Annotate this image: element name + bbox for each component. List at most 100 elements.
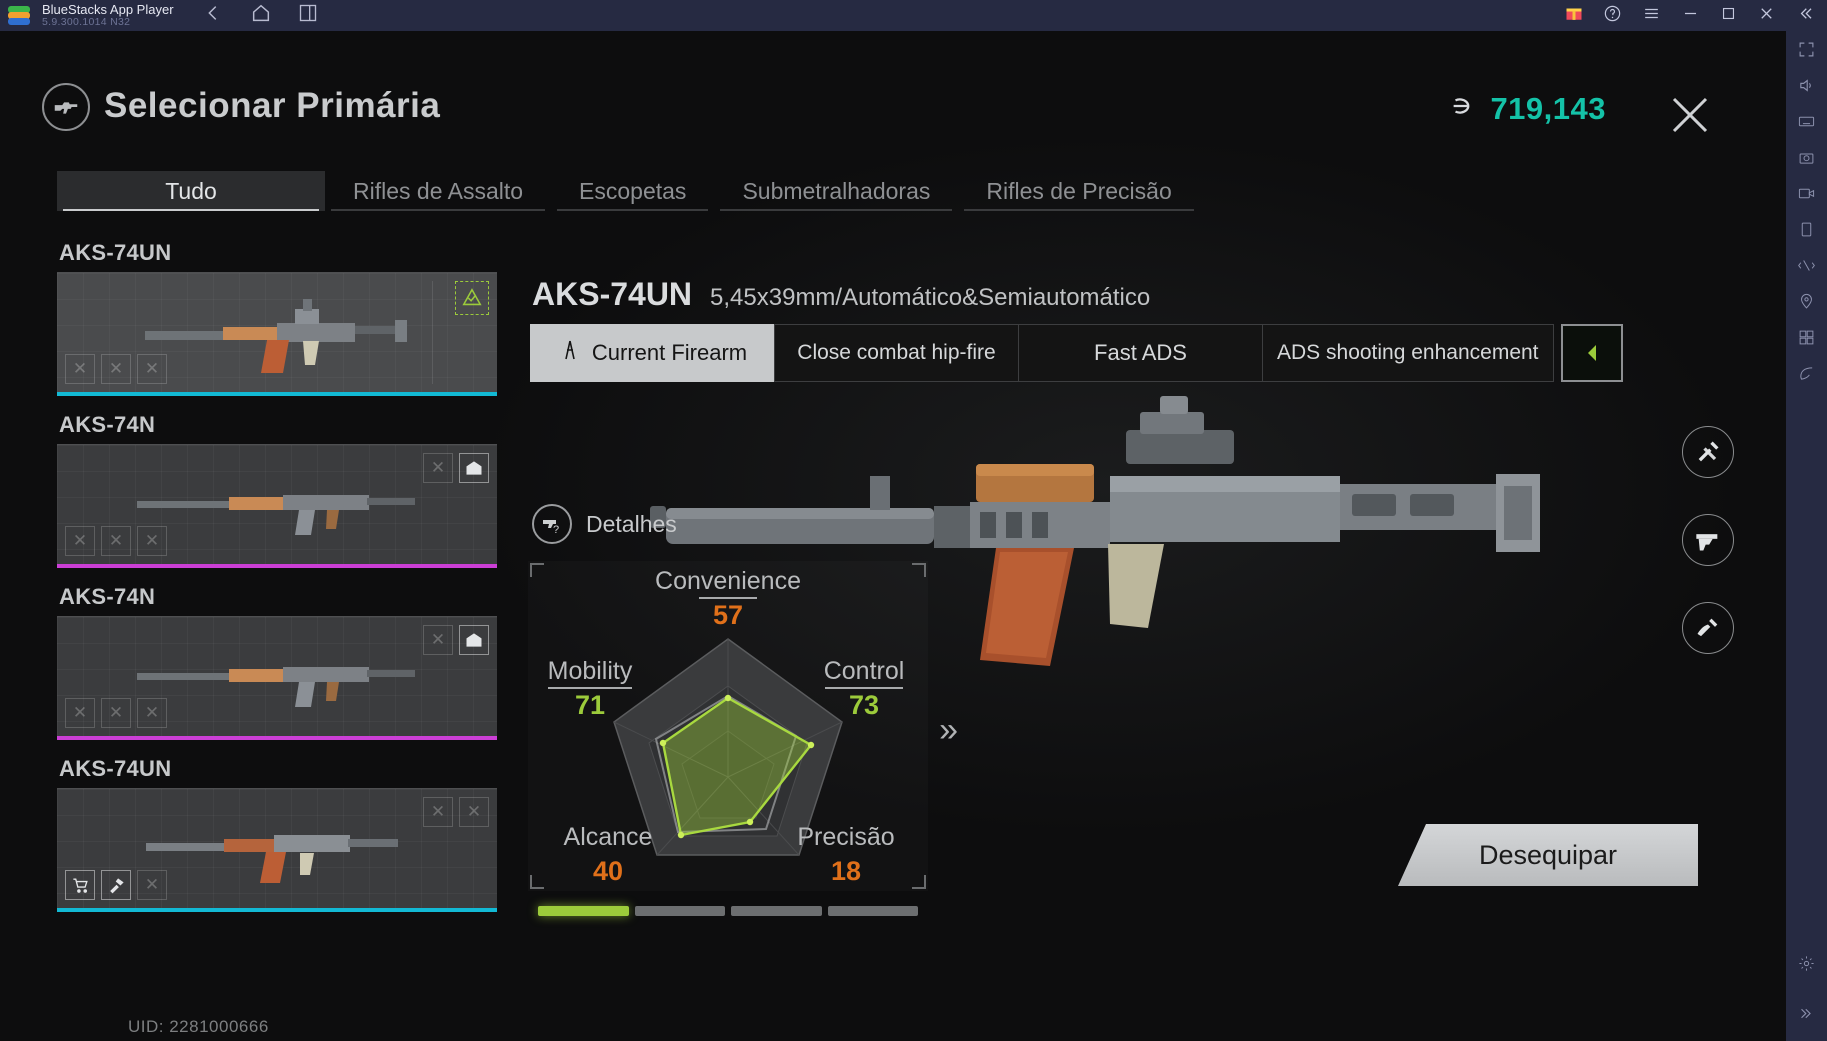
weapon-card[interactable]: ✕ ✕ ✕ [57, 788, 497, 908]
preset-ads-shooting-enhancement[interactable]: ADS shooting enhancement [1262, 324, 1554, 382]
chevron-right-double-icon[interactable]: » [939, 711, 958, 750]
attachment-slots[interactable]: ✕ ✕ ✕ [65, 354, 167, 384]
preset-label: Fast ADS [1094, 339, 1187, 365]
eco-mode-icon[interactable] [1798, 365, 1815, 387]
attachment-slot[interactable]: ✕ [101, 526, 131, 556]
progress-segment [538, 906, 629, 916]
app-name: BlueStacks App Player [42, 2, 174, 18]
multi-instance-sync-icon[interactable] [1798, 329, 1815, 351]
detail-weapon-name: AKS-74UN [532, 276, 693, 312]
weapon-thumbnail [145, 298, 407, 373]
tab-underline [964, 209, 1194, 211]
attachment-slot[interactable]: ✕ [137, 526, 167, 556]
tab-label: Rifles de Assalto [353, 177, 524, 204]
preset-label: ADS shooting enhancement [1277, 341, 1539, 365]
pistol-icon[interactable] [1682, 514, 1734, 566]
tab-rifles-de-precisao[interactable]: Rifles de Precisão [958, 171, 1199, 211]
attachment-slot[interactable]: ✕ [137, 870, 167, 900]
weapon-list[interactable]: AKS-74UN ✕ ✕ ✕ AKS-74N ✕ ✕ ✕ ✕ AKS-74N ✕… [57, 236, 497, 1006]
stat-value: 73 [848, 690, 880, 720]
attachment-slot[interactable]: ✕ [423, 453, 453, 483]
attachment-slot[interactable]: ✕ [65, 354, 95, 384]
location-icon[interactable] [1798, 293, 1815, 315]
expand-icon[interactable] [1798, 1005, 1815, 1027]
multi-instance-icon[interactable] [298, 3, 318, 28]
stat-value: 40 [592, 856, 624, 886]
preset-label: Current Firearm [591, 339, 748, 365]
tab-escopetas[interactable]: Escopetas [551, 171, 714, 211]
card-top-slots: ✕ [423, 625, 489, 655]
list-item[interactable]: AKS-74UN ✕ ✕ ✕ [57, 752, 497, 912]
menu-icon[interactable] [1642, 4, 1661, 28]
stat-label-text: Control [823, 657, 905, 685]
preset-current-firearm[interactable]: Current Firearm [530, 324, 775, 382]
game-viewport: Selecionar Primária 719,143 Tudo Rifles … [0, 31, 1786, 1041]
tab-submetralhadoras[interactable]: Submetralhadoras [714, 171, 958, 211]
list-item[interactable]: AKS-74UN ✕ ✕ ✕ [57, 236, 497, 396]
rarity-underline [57, 736, 497, 740]
unequip-button[interactable]: Desequipar [1398, 824, 1698, 886]
home-icon[interactable] [250, 2, 272, 29]
gift-icon[interactable] [1565, 4, 1583, 27]
weapon-card[interactable]: ✕ ✕ ✕ ✕ [57, 616, 497, 736]
volume-icon[interactable] [1798, 77, 1815, 99]
tab-label: Tudo [165, 177, 217, 204]
uid-label: UID: 2281000666 [128, 1017, 269, 1036]
weapon-card[interactable]: ✕ ✕ ✕ [57, 272, 497, 392]
progress-segment [634, 906, 725, 916]
attachment-slot[interactable]: ✕ [137, 354, 167, 384]
stat-divider [825, 687, 903, 689]
minimize-icon[interactable] [1681, 4, 1700, 28]
stat-divider [548, 687, 632, 689]
svg-text:?: ? [553, 524, 559, 536]
caliper-icon [558, 338, 582, 368]
attachment-slot[interactable]: ✕ [423, 797, 453, 827]
attachment-slots[interactable]: ✕ ✕ ✕ [65, 698, 167, 728]
settings-icon[interactable] [1798, 955, 1815, 977]
screenshot-icon[interactable] [1798, 149, 1815, 171]
attachment-slots[interactable]: ✕ ✕ ✕ [65, 526, 167, 556]
details-button[interactable]: ? Detalhes [532, 504, 677, 544]
prev-preset-chevron-icon[interactable] [1560, 324, 1623, 382]
keyboard-icon[interactable] [1798, 113, 1815, 135]
maximize-icon[interactable] [1720, 5, 1737, 27]
close-screen-icon[interactable] [1664, 89, 1716, 141]
detail-caliber: 5,45x39mm/Automático&Semiautomático [710, 284, 1151, 311]
stat-mobility: Mobility 71 [530, 657, 650, 721]
close-window-icon[interactable] [1757, 4, 1776, 28]
fullscreen-icon[interactable] [1798, 41, 1815, 63]
collapse-sidebar-icon[interactable] [1796, 4, 1815, 28]
attachment-slot[interactable]: ✕ [137, 698, 167, 728]
cart-icon[interactable] [65, 870, 95, 900]
weapon-name: AKS-74UN [59, 756, 172, 781]
attachment-slot[interactable]: ✕ [423, 625, 453, 655]
card-top-slots: ✕ [423, 453, 489, 483]
rotate-icon[interactable] [1798, 221, 1815, 243]
attachment-slot[interactable]: ✕ [65, 698, 95, 728]
attachment-slot[interactable]: ✕ [101, 354, 131, 384]
list-item[interactable]: AKS-74N ✕ ✕ ✕ ✕ [57, 580, 497, 740]
weapon-name: AKS-74N [59, 584, 156, 609]
attachment-slot[interactable]: ✕ [101, 698, 131, 728]
equipped-check-icon [455, 281, 489, 315]
preset-fast-ads[interactable]: Fast ADS [1018, 324, 1263, 382]
record-icon[interactable] [1798, 185, 1815, 207]
bluestacks-nav [202, 2, 318, 29]
stat-control: Control 73 [808, 657, 920, 721]
shake-icon[interactable] [1798, 257, 1815, 279]
craft-icon[interactable] [101, 870, 131, 900]
attachment-slot[interactable]: ✕ [459, 797, 489, 827]
back-icon[interactable] [202, 2, 224, 29]
tab-tudo[interactable]: Tudo [57, 171, 325, 211]
bluestacks-titlebar: BlueStacks App Player 5.9.300.1014 N32 [0, 0, 1827, 31]
tab-underline [331, 209, 546, 211]
tab-rifles-de-assalto[interactable]: Rifles de Assalto [325, 171, 551, 211]
modify-tools-icon[interactable] [1682, 426, 1734, 478]
attachment-slot[interactable]: ✕ [65, 526, 95, 556]
preset-close-combat-hip-fire[interactable]: Close combat hip-fire [774, 324, 1019, 382]
attachment-slots[interactable]: ✕ [65, 870, 167, 900]
weapon-skin-icon[interactable] [1682, 602, 1734, 654]
weapon-card[interactable]: ✕ ✕ ✕ ✕ [57, 444, 497, 564]
help-icon[interactable] [1603, 4, 1622, 28]
list-item[interactable]: AKS-74N ✕ ✕ ✕ ✕ [57, 408, 497, 568]
